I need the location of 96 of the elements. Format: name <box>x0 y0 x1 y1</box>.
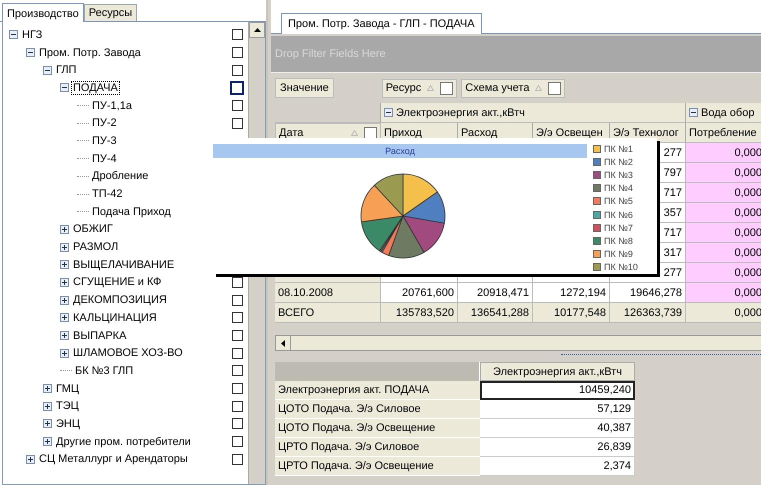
sort-triangle-icon <box>351 130 358 136</box>
expand-icon[interactable] <box>60 348 69 358</box>
tree-item[interactable]: ТЭЦ <box>55 400 80 412</box>
checkbox[interactable] <box>230 80 244 95</box>
sort-triangle-icon <box>427 85 434 91</box>
checkbox[interactable] <box>232 100 243 112</box>
total-cell: 10177,548 <box>533 303 610 323</box>
row-header: 08.10.2008 <box>275 283 381 303</box>
tree-item[interactable]: БК №3 ГЛП <box>74 364 134 377</box>
checkbox[interactable] <box>232 294 243 306</box>
table-cell[interactable]: 10459,240 <box>480 381 635 400</box>
collapse-icon[interactable] <box>689 108 698 117</box>
tree-item[interactable]: ПУ-1,1а <box>91 100 133 112</box>
collapse-icon[interactable] <box>9 30 18 40</box>
expand-icon[interactable] <box>43 384 52 394</box>
tree-item[interactable]: ГМЦ <box>55 382 80 395</box>
document-tab[interactable]: Пром. Потр. Завода - ГЛП - ПОДАЧА <box>281 13 482 34</box>
checkbox[interactable] <box>232 365 243 376</box>
total-cell: 136541,288 <box>458 303 533 323</box>
tree-item[interactable]: ПУ-4 <box>91 152 118 165</box>
tree-item[interactable]: ОБЖИГ <box>72 223 114 236</box>
row-header: ЦРТО Подача. Э/э Силовое <box>275 438 480 457</box>
table-cell: 20918,471 <box>458 283 533 303</box>
tree-item[interactable]: РАЗМОЛ <box>72 241 120 254</box>
up-arrow-icon <box>254 28 260 32</box>
table-cell[interactable]: 57,129 <box>480 400 635 419</box>
tree-item[interactable]: ВЫПАРКА <box>72 330 128 342</box>
expand-icon[interactable] <box>60 296 69 305</box>
tree-item[interactable]: Дробление <box>91 170 150 182</box>
table-cell[interactable]: 2,374 <box>480 457 635 476</box>
checkbox[interactable] <box>232 348 243 359</box>
expand-icon[interactable] <box>60 224 69 234</box>
table-cell[interactable]: 26,839 <box>480 438 635 457</box>
tree-item[interactable]: КАЛЬЦИНАЦИЯ <box>72 312 158 324</box>
table-cell[interactable]: 40,387 <box>480 419 635 438</box>
expand-icon[interactable] <box>60 331 69 340</box>
panel-tab[interactable]: Ресурсы <box>84 4 138 21</box>
expand-icon[interactable] <box>26 454 35 464</box>
tree-item[interactable]: НГЗ <box>21 28 44 41</box>
collapse-icon[interactable] <box>43 66 52 75</box>
tree-item[interactable]: ЭНЦ <box>55 418 81 430</box>
row-header: ЦОТО Подача. Э/э Силовое <box>275 400 480 419</box>
table-cell: 1272,194 <box>533 283 610 303</box>
column-field-button[interactable]: Ресурс <box>382 78 458 98</box>
tree-item[interactable]: ДЕКОМПОЗИЦИЯ <box>72 294 168 306</box>
table-cell: 19646,278 <box>610 283 686 303</box>
checkbox[interactable] <box>232 47 243 58</box>
column-header[interactable]: Потребление <box>686 123 761 143</box>
horizontal-scrollbar[interactable] <box>275 335 761 351</box>
expand-icon[interactable] <box>60 260 69 270</box>
tree-item[interactable]: ГЛП <box>55 64 78 76</box>
tree-item[interactable]: Другие пром. потребители <box>55 436 192 448</box>
tree-item[interactable]: Подача Приход <box>91 206 172 218</box>
left-arrow-icon <box>281 340 285 346</box>
tree-item[interactable]: СЦ Металлург и Арендаторы <box>38 453 189 466</box>
checkbox[interactable] <box>232 29 243 40</box>
column-field-button[interactable]: Схема учета <box>461 78 566 98</box>
tree-item[interactable]: ПОДАЧА <box>72 82 119 94</box>
row-header: ЦОТО Подача. Э/э Освещение <box>275 419 480 438</box>
expand-icon[interactable] <box>60 242 69 252</box>
tree-item[interactable]: ШЛАМОВОЕ ХОЗ-ВО <box>72 347 184 360</box>
tree-item[interactable]: СГУЩЕНИЕ и КФ <box>72 276 162 288</box>
collapse-icon[interactable] <box>60 83 69 92</box>
expand-icon[interactable] <box>60 313 69 322</box>
collapse-icon[interactable] <box>26 48 35 58</box>
row-header: ЦРТО Подача. Э/э Освещение <box>275 457 480 476</box>
tree-item[interactable]: ТП-42 <box>91 188 124 200</box>
expand-icon[interactable] <box>43 437 52 446</box>
sort-triangle-icon <box>535 85 542 91</box>
total-cell: 135783,520 <box>381 303 458 323</box>
tree-item[interactable]: ВЫЩЕЛАЧИВАНИЕ <box>72 258 176 271</box>
expand-icon[interactable] <box>43 419 52 428</box>
checkbox[interactable] <box>232 118 243 129</box>
expand-icon[interactable] <box>43 402 52 411</box>
table-cell: 20761,600 <box>381 283 458 303</box>
checkbox[interactable] <box>232 400 243 412</box>
tree-item[interactable]: ПУ-2 <box>91 117 118 130</box>
row-header: ВСЕГО <box>275 303 381 323</box>
checkbox[interactable] <box>232 330 243 342</box>
tree-item[interactable]: ПУ-3 <box>91 134 118 147</box>
expand-icon[interactable] <box>60 278 69 287</box>
checkbox[interactable] <box>232 276 243 288</box>
checkbox[interactable] <box>232 64 243 76</box>
checkbox[interactable] <box>232 312 243 324</box>
column-header: Электроэнергия акт.,кВтч <box>480 362 635 381</box>
data-field-button[interactable]: Значение <box>275 78 334 98</box>
checkbox[interactable] <box>232 454 243 465</box>
panel-tab[interactable]: Производство <box>2 3 84 22</box>
checkbox[interactable] <box>232 418 243 430</box>
checkbox[interactable] <box>232 383 243 394</box>
collapse-icon[interactable] <box>384 108 393 117</box>
row-header: Электроэнергия акт. ПОДАЧА <box>275 381 480 400</box>
checkbox[interactable] <box>232 436 243 448</box>
chart-title: Расход <box>213 144 587 158</box>
tree-item[interactable]: Пром. Потр. Завода <box>38 46 142 59</box>
total-cell: 126363,739 <box>610 303 686 323</box>
